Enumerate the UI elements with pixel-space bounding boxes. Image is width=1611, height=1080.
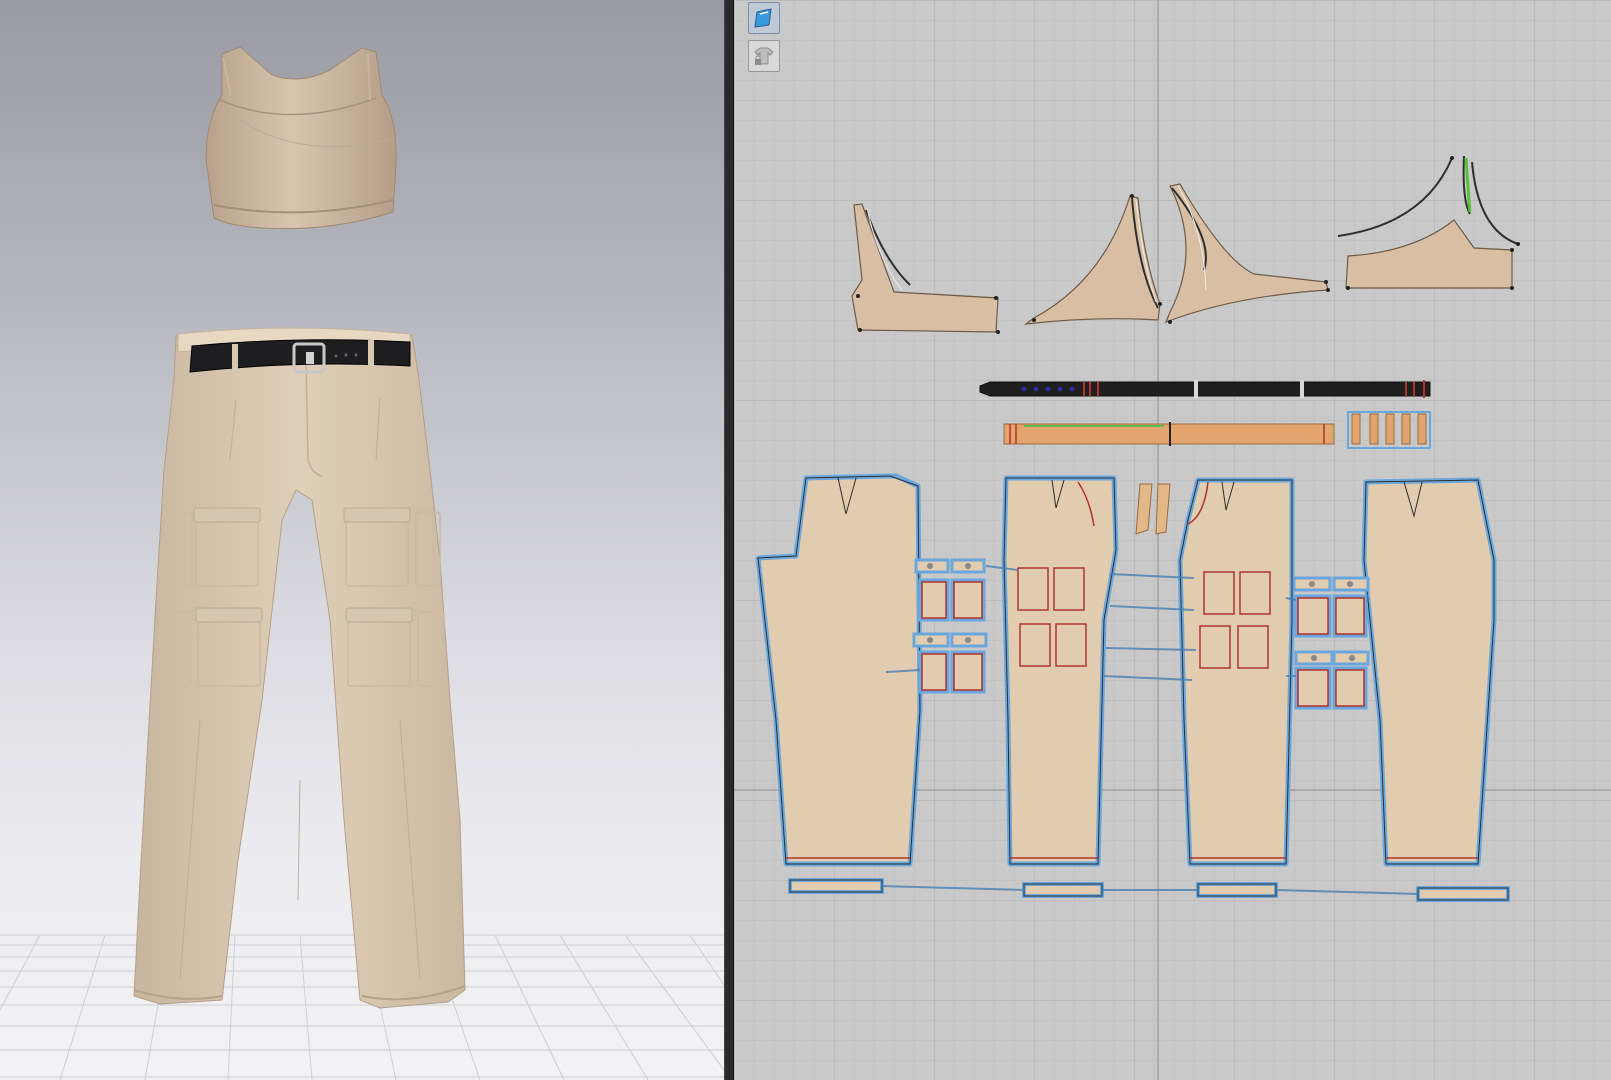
3d-garment-window[interactable] [0,0,724,1080]
show-pattern-button[interactable] [748,2,780,34]
2d-pattern-window[interactable] [734,0,1611,1080]
pants-back-right[interactable] [1177,477,1295,867]
hem-cuff-4[interactable] [1416,886,1510,902]
3d-scene[interactable] [0,0,724,1080]
hem-cuff-2[interactable] [1022,882,1104,898]
lock-garment-button[interactable] [748,40,780,72]
show-pattern-icon [754,8,772,28]
2d-pattern-canvas[interactable] [734,0,1611,1080]
hem-cuff-3[interactable] [1196,882,1278,898]
cargo-pants-3d[interactable] [133,327,466,1009]
hem-cuff-1[interactable] [788,878,884,894]
panel-splitter[interactable] [724,0,734,1080]
crop-top-3d[interactable] [205,46,397,230]
lock-garment-icon [754,47,774,65]
